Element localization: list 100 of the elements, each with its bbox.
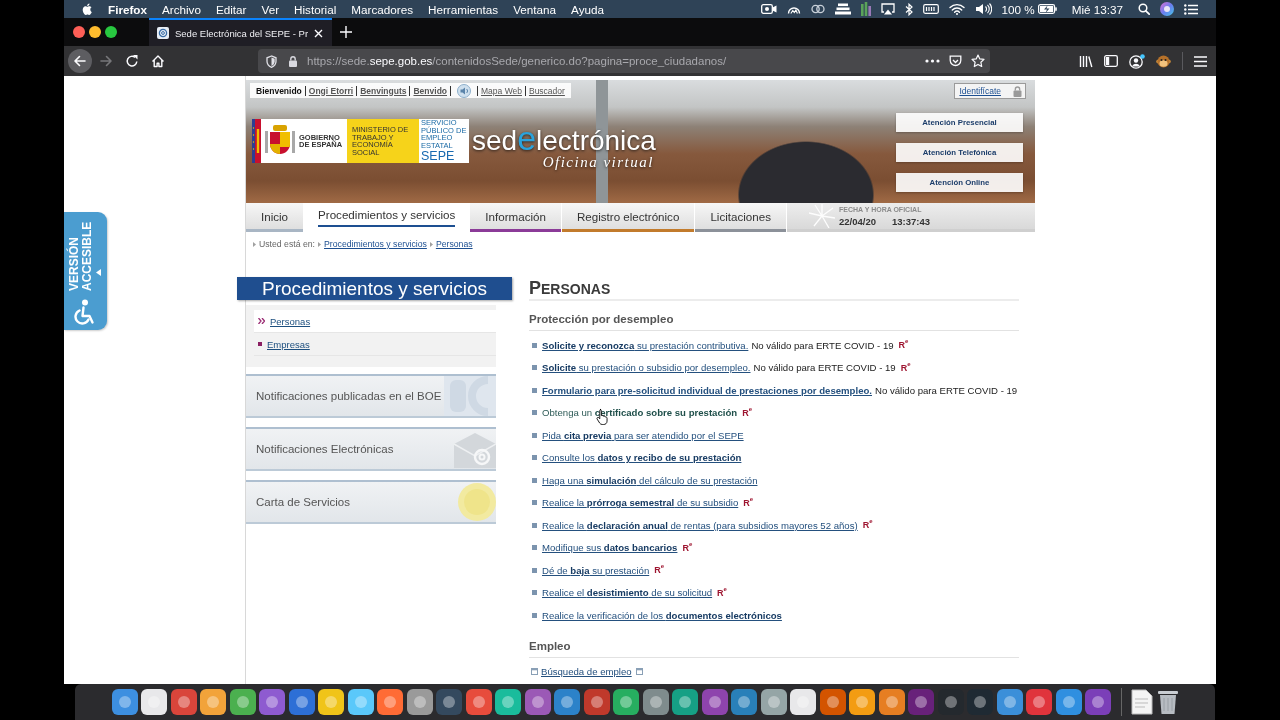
- app-icon[interactable]: [1026, 689, 1052, 715]
- breadcrumb-link[interactable]: Personas: [435, 239, 473, 249]
- orb-icon[interactable]: [1160, 2, 1174, 16]
- language-link[interactable]: Benvinguts: [360, 85, 407, 96]
- menu-item[interactable]: Marcadores: [351, 2, 413, 16]
- pocket-icon[interactable]: [949, 55, 962, 67]
- procedure-link[interactable]: Dé de baja su prestación: [542, 564, 650, 576]
- monkey-icon[interactable]: [1156, 54, 1171, 68]
- level-bars-icon[interactable]: [860, 2, 871, 16]
- menu-item[interactable]: Ver: [261, 2, 280, 16]
- close-icon[interactable]: [314, 28, 324, 38]
- document-icon[interactable]: [1131, 689, 1153, 715]
- nav-tab[interactable]: Inicio: [246, 203, 305, 232]
- app-icon[interactable]: [347, 689, 374, 715]
- sidebar-item[interactable]: Empresas: [254, 333, 496, 356]
- procedure-link[interactable]: Realice el desistimiento de su solicitud: [542, 587, 713, 599]
- app-icon[interactable]: [613, 689, 639, 715]
- procedure-link[interactable]: Realice la verificación de los documentos electrónicos: [542, 609, 782, 621]
- app-menu[interactable]: Firefox: [108, 2, 147, 16]
- star-icon[interactable]: [971, 54, 985, 68]
- account-icon[interactable]: [1129, 53, 1145, 69]
- reload-icon[interactable]: [125, 54, 139, 68]
- language-link[interactable]: Bienvenido: [256, 85, 302, 96]
- list-icon[interactable]: [1184, 3, 1198, 15]
- procedure-link[interactable]: Solicite y reconozca su prestación contributiva.: [542, 339, 749, 351]
- home-icon[interactable]: [151, 54, 165, 68]
- browser-tab[interactable]: Sede Electrónica del SEPE - Pr: [149, 18, 333, 46]
- app-icon[interactable]: [849, 689, 875, 715]
- app-icon[interactable]: [377, 689, 403, 715]
- nav-tab[interactable]: Licitaciones: [695, 203, 787, 232]
- app-icon[interactable]: [672, 689, 698, 715]
- menu-clock[interactable]: Mié 13:37: [1071, 2, 1123, 16]
- sidebar-panel-link[interactable]: Notificaciones Electrónicas: [246, 427, 496, 471]
- header-link[interactable]: Mapa Web: [481, 85, 522, 96]
- app-icon[interactable]: [554, 689, 580, 715]
- app-icon[interactable]: [465, 689, 492, 715]
- lock-icon[interactable]: [288, 55, 298, 67]
- app-icon[interactable]: [1055, 689, 1082, 715]
- sidebar-panel-link[interactable]: Notificaciones publicadas en el BOE: [246, 374, 496, 418]
- sidebar-panel-link[interactable]: Carta de Servicios: [246, 480, 496, 524]
- airplay-icon[interactable]: [880, 3, 895, 15]
- trash-icon[interactable]: [1156, 689, 1179, 715]
- procedure-link[interactable]: Realice la declaración anual de rentas (para subsidios mayores 52 años): [542, 519, 858, 531]
- sidebar-item[interactable]: Personas: [254, 310, 496, 333]
- menu-icon[interactable]: [1194, 55, 1207, 67]
- app-icon[interactable]: [819, 689, 846, 715]
- breadcrumb-link[interactable]: Procedimientos y servicios: [324, 239, 427, 249]
- app-icon[interactable]: [288, 689, 315, 715]
- app-icon[interactable]: [259, 689, 285, 715]
- procedure-link[interactable]: Consulte los datos y recibo de su prestación: [542, 452, 742, 464]
- app-icon[interactable]: [731, 689, 757, 715]
- language-link[interactable]: Ongi Etorri: [308, 85, 354, 96]
- app-icon[interactable]: [495, 689, 521, 715]
- procedure-link[interactable]: Haga una simulación del cálculo de su prestación: [542, 474, 758, 486]
- procedure-link[interactable]: Modifique sus datos bancarios: [542, 542, 678, 554]
- window-zoom-icon[interactable]: [105, 26, 117, 38]
- back-icon[interactable]: [68, 49, 92, 73]
- stack-icon[interactable]: [834, 3, 851, 15]
- procedure-link[interactable]: Pida cita previa para ser atendido por el SEPE: [542, 429, 744, 441]
- menu-item[interactable]: Historial: [294, 2, 337, 16]
- menu-item[interactable]: Ayuda: [571, 2, 604, 16]
- plus-icon[interactable]: [340, 26, 353, 38]
- menu-item[interactable]: Ventana: [513, 2, 557, 16]
- meter-icon[interactable]: [922, 4, 939, 14]
- sidebar-icon[interactable]: [1104, 55, 1118, 67]
- app-icon[interactable]: [878, 689, 905, 715]
- menu-item[interactable]: Editar: [215, 2, 247, 16]
- app-icon[interactable]: [790, 689, 816, 715]
- search-icon[interactable]: [1138, 3, 1150, 15]
- apple-icon[interactable]: [82, 3, 92, 15]
- app-icon[interactable]: [996, 689, 1023, 715]
- login-button[interactable]: Identifícate: [954, 83, 1026, 99]
- menu-item[interactable]: Herramientas: [428, 2, 499, 16]
- language-link[interactable]: Benvido: [413, 85, 447, 96]
- more-icon[interactable]: [925, 59, 940, 63]
- app-icon[interactable]: [141, 689, 167, 715]
- nav-tab[interactable]: Registro electrónico: [561, 203, 696, 232]
- menu-item[interactable]: Archivo: [161, 2, 201, 16]
- app-icon[interactable]: [642, 689, 669, 715]
- shield-icon[interactable]: [266, 54, 277, 68]
- wifi-icon[interactable]: [948, 3, 965, 15]
- app-icon[interactable]: [406, 689, 433, 715]
- app-icon[interactable]: [524, 689, 551, 715]
- app-icon[interactable]: [170, 689, 197, 715]
- procedure-link[interactable]: Solicite su prestación o subsidio por desempleo.: [542, 362, 751, 374]
- procedure-link[interactable]: Realice la prórroga semestral de su subsidio: [542, 497, 739, 509]
- library-icon[interactable]: [1079, 54, 1093, 68]
- address-bar[interactable]: https://sede.sepe.gob.es/contenidosSede/generico.do?pagina=proce_ciudadanos/: [258, 49, 990, 73]
- volume-icon[interactable]: [974, 3, 992, 15]
- window-minimize-icon[interactable]: [89, 26, 101, 38]
- nav-tab[interactable]: Información: [470, 203, 562, 232]
- header-link[interactable]: Buscador: [528, 85, 565, 96]
- procedure-link[interactable]: Formulario para pre-solicitud individual de prestaciones por desempleo.: [542, 384, 872, 396]
- app-icon[interactable]: [229, 689, 256, 715]
- app-icon[interactable]: [318, 689, 344, 715]
- procedure-link[interactable]: Búsqueda de empleo: [541, 666, 632, 678]
- rings-icon[interactable]: [810, 4, 825, 14]
- bluetooth-icon[interactable]: [904, 2, 913, 16]
- app-icon[interactable]: [200, 689, 226, 715]
- app-icon[interactable]: [111, 689, 138, 715]
